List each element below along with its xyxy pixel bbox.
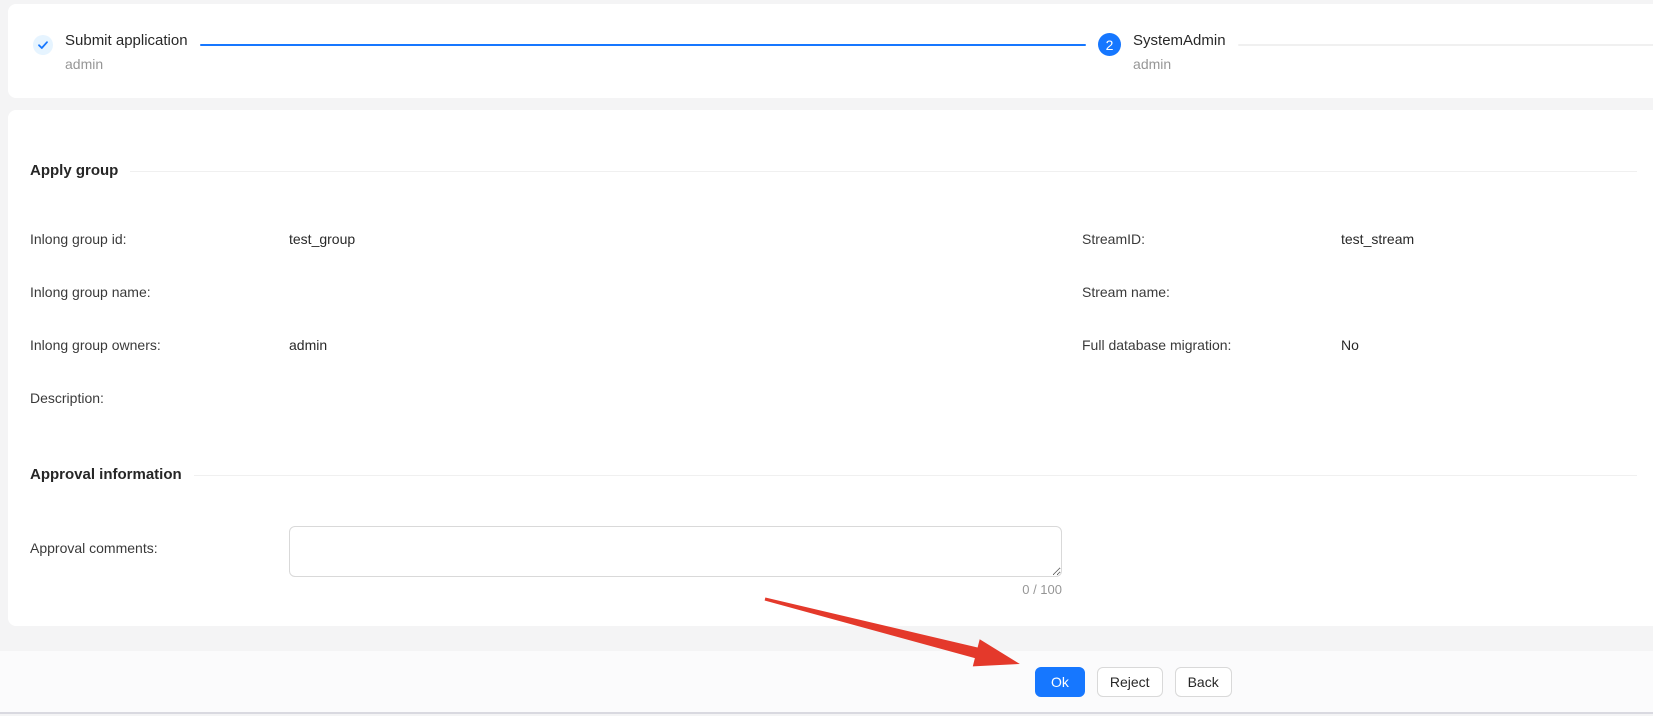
field-inlong-group-name: Inlong group name: (30, 265, 1082, 318)
approval-comments-field: Approval comments: 0 / 100 (30, 526, 1637, 599)
field-label: Full database migration: (1082, 337, 1341, 353)
field-value: test_group (289, 231, 355, 247)
approval-information-section-header: Approval information (30, 464, 1637, 486)
footer-bar: Ok Reject Back (0, 651, 1653, 714)
section-divider (130, 171, 1637, 172)
approval-comments-textarea[interactable] (289, 526, 1062, 577)
field-value: No (1341, 337, 1359, 353)
char-counter: 0 / 100 (289, 581, 1062, 599)
field-value: test_stream (1341, 231, 1414, 247)
field-label: Inlong group owners: (30, 337, 289, 353)
ok-button[interactable]: Ok (1035, 667, 1085, 697)
steps-bar: Submit application admin 2 SystemAdmin a… (8, 4, 1653, 74)
approval-form-card: Apply group Inlong group id: test_group … (8, 110, 1653, 626)
field-label: Description: (30, 390, 289, 406)
field-stream-name: Stream name: (1082, 265, 1637, 318)
field-label: Approval comments: (30, 526, 289, 599)
step-connector-finished (200, 44, 1086, 46)
field-value: admin (289, 337, 327, 353)
step-connector-pending (1238, 44, 1653, 46)
step-system-admin: 2 SystemAdmin admin (1098, 30, 1226, 74)
field-label: Stream name: (1082, 284, 1341, 300)
steps-card: Submit application admin 2 SystemAdmin a… (8, 4, 1653, 98)
section-heading: Apply group (30, 160, 118, 182)
step-title: Submit application (65, 30, 188, 52)
field-label: Inlong group id: (30, 231, 289, 247)
step-subtitle: admin (65, 54, 188, 74)
section-heading: Approval information (30, 464, 182, 486)
field-label: Inlong group name: (30, 284, 289, 300)
field-stream-id: StreamID: test_stream (1082, 212, 1637, 265)
page-background: Submit application admin 2 SystemAdmin a… (0, 0, 1653, 716)
back-button[interactable]: Back (1175, 667, 1232, 697)
check-icon (33, 35, 53, 55)
field-description: Description: (30, 371, 1082, 424)
apply-group-section-header: Apply group (30, 160, 1637, 182)
field-empty (1082, 371, 1637, 424)
field-inlong-group-owners: Inlong group owners: admin (30, 318, 1082, 371)
section-divider (194, 475, 1637, 476)
step-title: SystemAdmin (1133, 30, 1226, 52)
field-label: StreamID: (1082, 231, 1341, 247)
step-submit-application: Submit application admin (33, 30, 188, 74)
field-full-database-migration: Full database migration: No (1082, 318, 1637, 371)
reject-button[interactable]: Reject (1097, 667, 1163, 697)
field-inlong-group-id: Inlong group id: test_group (30, 212, 1082, 265)
step-subtitle: admin (1133, 54, 1226, 74)
step-number-badge: 2 (1098, 33, 1121, 56)
apply-group-fields: Inlong group id: test_group StreamID: te… (30, 212, 1637, 424)
